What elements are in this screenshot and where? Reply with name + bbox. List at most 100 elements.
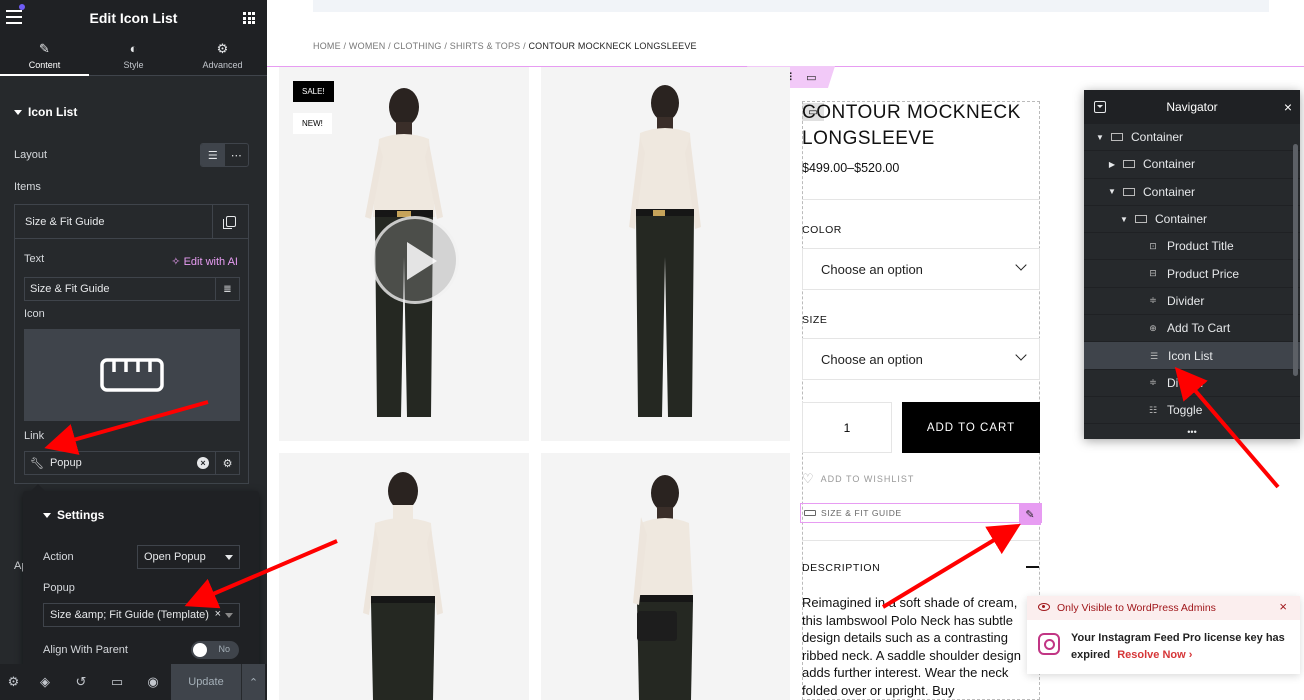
layout-toggle: ☰ ⋯ (200, 143, 249, 167)
navigator-item[interactable]: ▶ Container (1084, 151, 1300, 179)
caret-down-icon[interactable]: ▼ (1106, 187, 1118, 196)
add-to-cart-button[interactable]: ADD TO CART (902, 402, 1040, 453)
tab-content[interactable]: ✎ Content (0, 36, 89, 76)
duplicate-button[interactable] (212, 205, 248, 238)
notice-body: Your Instagram Feed Pro license key has … (1071, 630, 1291, 664)
icon-label: Icon (24, 308, 45, 320)
collapse-minus-icon[interactable] (1026, 566, 1039, 568)
product-photo-front-2[interactable] (541, 67, 790, 441)
responsive-icon[interactable]: ▭ (99, 674, 135, 690)
panel-footer: ⚙ ◈ ↺ ▭ ◉ Update ⌃ (0, 664, 267, 700)
settings-icon[interactable]: ⚙ (0, 674, 27, 690)
caret-down-icon[interactable]: ▼ (1118, 215, 1130, 224)
section-icon-list[interactable]: Icon List (14, 105, 77, 119)
model-back-image (363, 472, 443, 700)
edit-widget-pencil-icon[interactable]: ✎ (1019, 503, 1041, 525)
navigator-item[interactable]: ≑ Divider (1084, 370, 1300, 397)
close-icon[interactable]: × (1284, 99, 1292, 115)
navigator-item[interactable]: ☰ Icon List (1084, 342, 1300, 370)
navigator-item[interactable]: ≑ Divider (1084, 288, 1300, 316)
tab-advanced[interactable]: ⚙ Advanced (178, 36, 267, 75)
breadcrumb-separator: / (340, 41, 349, 51)
navigator-scrollbar[interactable] (1293, 144, 1298, 376)
clear-icon[interactable]: × (215, 608, 221, 620)
navigator-tree: ▼ Container ▶ Container ▼ Container ▼ Container… (1084, 124, 1300, 425)
breadcrumb-separator: / (385, 41, 394, 51)
link-input-value: Popup (49, 457, 82, 469)
inline-layout-icon[interactable]: ⋯ (225, 144, 249, 166)
navigator-item[interactable]: ▼ Container (1084, 124, 1300, 152)
chevron-down-icon (1015, 349, 1027, 361)
navigator-item[interactable]: ⊡ Product Title (1084, 233, 1300, 261)
icon-picker[interactable] (24, 329, 240, 421)
navigator-header[interactable]: Navigator × (1084, 90, 1300, 124)
product-title: CONTOUR MOCKNECK LONGSLEEVE (802, 102, 1021, 149)
tab-style[interactable]: ◐ Style (89, 36, 178, 75)
align-label: Align With Parent (43, 644, 128, 656)
size-fit-guide-link[interactable]: SIZE & FIT GUIDE (800, 503, 1042, 523)
tab-advanced-label: Advanced (202, 59, 243, 70)
half-circle-icon: ◐ (129, 40, 138, 56)
menu-icon[interactable] (6, 10, 22, 24)
navigator-item[interactable]: ⊟ Product Price (1084, 260, 1300, 288)
video-play-icon[interactable] (371, 216, 459, 304)
navigator-item[interactable]: ☷ Toggle (1084, 397, 1300, 425)
container-icon (1122, 159, 1136, 169)
size-select-value: Choose an option (821, 351, 923, 367)
chevron-down-icon (225, 613, 233, 618)
toggle-icon: ☷ (1148, 404, 1158, 415)
update-button[interactable]: Update (171, 664, 241, 700)
navigator-item[interactable]: ▼ Container (1084, 179, 1300, 206)
caret-right-icon[interactable]: ▶ (1106, 160, 1118, 169)
history-icon[interactable]: ↺ (63, 674, 99, 690)
add-to-wishlist-link[interactable]: ♡ ADD TO WISHLIST (802, 471, 914, 487)
resolve-now-link[interactable]: Resolve Now › (1117, 649, 1192, 661)
link-settings-gear-icon[interactable]: ⚙ (215, 452, 239, 474)
resize-handle-icon[interactable]: ••• (1084, 428, 1300, 439)
collapse-all-icon[interactable] (1094, 101, 1106, 113)
breadcrumb-women[interactable]: WOMEN (349, 41, 386, 51)
settings-heading[interactable]: Settings (43, 508, 104, 522)
navigator-item[interactable]: ⊕ Add To Cart (1084, 315, 1300, 343)
preview-eye-icon[interactable]: ◉ (135, 674, 171, 690)
action-select[interactable]: Open Popup (137, 545, 240, 569)
description-toggle-title[interactable]: DESCRIPTION (802, 562, 880, 574)
breadcrumb-home[interactable]: HOME (313, 41, 341, 51)
navigator-item[interactable]: ▼ Container (1084, 206, 1300, 234)
product-photo-back[interactable] (279, 453, 529, 700)
product-price-icon: ⊟ (1149, 268, 1157, 279)
widgets-grid-icon[interactable] (243, 12, 255, 24)
link-input[interactable]: 🔧︎ Popup × ⚙ (24, 451, 240, 475)
notice-header-text: Only Visible to WordPress Admins (1057, 602, 1216, 614)
navigator-item-label: Add To Cart (1167, 321, 1231, 336)
edit-with-ai-link[interactable]: ✧ Edit with AI (171, 255, 238, 268)
divider-icon: ≑ (1149, 295, 1157, 306)
size-select[interactable]: Choose an option (802, 338, 1040, 380)
caret-down-icon[interactable]: ▼ (1094, 133, 1106, 142)
layers-icon[interactable]: ◈ (27, 674, 63, 690)
product-photo-side[interactable] (541, 453, 790, 700)
update-options-chevron-icon[interactable]: ⌃ (241, 664, 265, 700)
clear-icon[interactable]: × (197, 457, 209, 469)
navigator-item-label: Container (1143, 157, 1196, 172)
color-select[interactable]: Choose an option (802, 248, 1040, 290)
color-select-value: Choose an option (821, 261, 923, 277)
breadcrumb-shirts-tops[interactable]: SHIRTS & TOPS (450, 41, 521, 51)
close-icon[interactable]: × (1279, 599, 1287, 614)
dynamic-tags-icon[interactable]: ≣ (215, 278, 239, 300)
popup-select[interactable]: Size &amp; Fit Guide (Template) × (43, 603, 240, 627)
breadcrumb-current: CONTOUR MOCKNECK LONGSLEEVE (528, 41, 697, 51)
container-select-icon[interactable]: ▭ (806, 71, 816, 84)
layout-label: Layout (14, 149, 48, 161)
align-with-parent-toggle[interactable]: No (191, 641, 239, 659)
text-label: Text (24, 253, 45, 265)
description-text: Reimagined in a soft shade of cream, thi… (802, 595, 1021, 698)
breadcrumb-clothing[interactable]: CLOTHING (394, 41, 442, 51)
repeater-item-header[interactable]: Size & Fit Guide (15, 205, 248, 239)
quantity-input[interactable]: 1 (802, 402, 892, 453)
list-layout-icon[interactable]: ☰ (201, 144, 225, 166)
divider-icon: ≑ (1149, 377, 1157, 388)
settings-title: Settings (57, 508, 105, 522)
text-input[interactable]: Size & Fit Guide ≣ (24, 277, 240, 301)
toggle-state: No (218, 644, 230, 654)
